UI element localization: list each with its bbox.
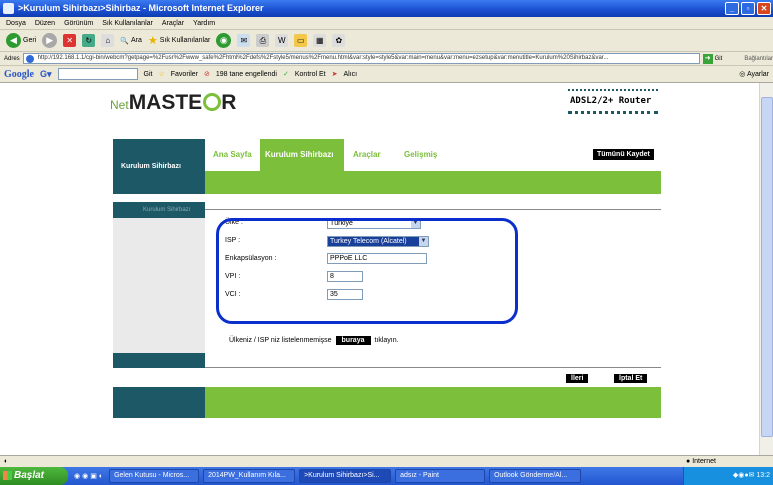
system-tray: ◆◉●✉ 13:2 xyxy=(683,467,773,485)
cancel-button[interactable]: İptal Et xyxy=(614,374,648,383)
vertical-scrollbar[interactable] xyxy=(759,83,773,455)
window-title: >Kurulum Sihirbazı>Sihirbaz - Microsoft … xyxy=(18,3,264,13)
google-g-icon[interactable]: G▾ xyxy=(40,69,52,80)
windows-flag-icon xyxy=(3,471,12,480)
content-divider xyxy=(205,209,661,210)
side-section-title: Kurulum Sihirbazı xyxy=(113,139,205,194)
address-input[interactable]: http://192.168.1.1/cgi-bin/webcm?getpage… xyxy=(22,53,700,64)
send-to-button[interactable]: Alıcı xyxy=(344,71,358,78)
google-settings-button[interactable]: ◎ Ayarlar xyxy=(739,70,769,78)
ie-app-icon xyxy=(3,3,14,14)
media-icon[interactable]: ◉ xyxy=(216,33,232,48)
google-logo: Google xyxy=(4,68,34,80)
popup-blocker-icon: ⊘ xyxy=(204,71,210,78)
search-icon: 🔍 xyxy=(120,37,129,45)
sidebar-footer-bar xyxy=(113,353,205,368)
save-all-button[interactable]: Tümünü Kaydet xyxy=(593,149,654,160)
minimize-button[interactable]: _ xyxy=(725,2,739,15)
back-button[interactable]: ◀ Geri xyxy=(6,33,36,48)
menu-bar: Dosya Düzen Görünüm Sık Kullanılanlar Ar… xyxy=(0,17,773,30)
stop-icon[interactable]: ✕ xyxy=(63,34,77,47)
google-favorites-button[interactable]: Favoriler xyxy=(171,71,198,78)
address-bar: Adres http://192.168.1.1/cgi-bin/webcm?g… xyxy=(0,52,773,66)
sidebar: Kurulum Sihirbazı xyxy=(113,202,205,368)
research-icon[interactable]: ▦ xyxy=(313,34,327,47)
task-outlook-inbox[interactable]: Gelen Kutusu - Micros... xyxy=(109,469,200,483)
menu-help[interactable]: Yardım xyxy=(193,17,215,29)
address-label: Adres xyxy=(4,55,20,62)
netmaster-logo: NetMASTE R xyxy=(110,91,237,114)
links-button[interactable]: Bağlantılar xyxy=(744,56,773,62)
here-button[interactable]: buraya xyxy=(335,336,371,345)
router-dots-top xyxy=(568,89,658,91)
router-dots-bottom xyxy=(568,111,658,114)
tab-setup-wizard[interactable]: Kurulum Sihirbazı xyxy=(260,139,344,171)
popup-blocked-count[interactable]: 198 tane engellendi xyxy=(216,71,277,78)
tab-tools[interactable]: Araçlar xyxy=(353,150,381,159)
star-icon: ★ xyxy=(147,35,158,47)
menu-favorites[interactable]: Sık Kullanılanlar xyxy=(102,17,153,29)
menu-view[interactable]: Görünüm xyxy=(64,17,93,29)
go-arrow-icon[interactable]: ➜ xyxy=(702,53,713,64)
tab-home[interactable]: Ana Sayfa xyxy=(213,150,252,159)
sidebar-item-setup-wizard[interactable]: Kurulum Sihirbazı xyxy=(113,202,205,218)
window-titlebar: >Kurulum Sihirbazı>Sihirbaz - Microsoft … xyxy=(0,0,773,17)
page-icon xyxy=(25,55,34,63)
search-button[interactable]: 🔍 Ara xyxy=(120,37,142,45)
menu-tools[interactable]: Araçlar xyxy=(162,17,184,29)
globe-icon: ● xyxy=(686,458,691,465)
home-icon[interactable]: ⌂ xyxy=(101,34,115,47)
google-favorites-icon: ☆ xyxy=(158,71,165,78)
google-search-input[interactable] xyxy=(57,68,138,80)
page-status-icon: ◐ xyxy=(4,458,9,465)
messenger-icon[interactable]: ✿ xyxy=(332,34,346,47)
task-ie-setup-wizard[interactable]: >Kurulum Sihirbazı>Si... xyxy=(299,469,392,483)
scrollbar-thumb[interactable] xyxy=(761,97,773,437)
spellcheck-button[interactable]: Kontrol Et xyxy=(295,71,326,78)
bottom-divider xyxy=(205,367,661,368)
security-zone: ● Internet xyxy=(686,458,716,465)
go-button[interactable]: Git xyxy=(715,56,723,62)
spellcheck-icon: ✓ xyxy=(283,71,289,78)
back-arrow-icon: ◀ xyxy=(6,33,21,48)
forward-button[interactable]: ▶ xyxy=(42,33,58,48)
clock: 13:2 xyxy=(756,472,770,479)
print-icon[interactable]: ⎙ xyxy=(256,34,270,47)
menu-edit[interactable]: Düzen xyxy=(35,17,55,29)
taskbar: Başlat ◉◉▣◐ Gelen Kutusu - Micros... 201… xyxy=(0,467,773,485)
google-toolbar: Google G▾ Git ☆ Favoriler ⊘ 198 tane eng… xyxy=(0,66,773,83)
tray-icons[interactable]: ◆◉●✉ xyxy=(733,472,757,479)
footer-dark-block xyxy=(113,387,205,418)
router-model-label: ADSL2/2+ Router xyxy=(570,96,652,106)
task-word-document[interactable]: 2014PW_Kullanım Kıla... xyxy=(203,469,296,483)
google-go-button[interactable]: Git xyxy=(144,71,153,78)
favorites-button[interactable]: ★ Sık Kullanılanlar xyxy=(148,34,210,47)
next-button[interactable]: İleri xyxy=(566,374,589,383)
address-url: http://192.168.1.1/cgi-bin/webcm?getpage… xyxy=(37,55,609,61)
toolbar: ◀ Geri ▶ ✕ ↻ ⌂ 🔍 Ara ★ Sık Kullanılanlar… xyxy=(0,30,773,52)
task-paint[interactable]: adsız - Paint xyxy=(395,469,486,483)
logo-ring-icon xyxy=(203,93,222,111)
settings-icon: ◎ xyxy=(739,71,746,78)
close-button[interactable]: ✕ xyxy=(757,2,771,15)
maximize-button[interactable]: ▫ xyxy=(741,2,755,15)
folder-icon[interactable]: ▭ xyxy=(294,34,308,47)
footer-green-block xyxy=(205,387,661,418)
edit-icon[interactable]: W xyxy=(275,34,289,47)
task-outlook-send-receive[interactable]: Outlook Gönderme/Al... xyxy=(489,469,582,483)
menu-file[interactable]: Dosya xyxy=(6,17,26,29)
status-bar: ◐ ● Internet xyxy=(0,455,773,467)
start-button[interactable]: Başlat xyxy=(0,467,68,485)
tab-advanced[interactable]: Gelişmiş xyxy=(404,150,437,159)
mail-icon[interactable]: ✉ xyxy=(237,34,251,47)
annotation-highlight-box xyxy=(216,218,518,324)
refresh-icon[interactable]: ↻ xyxy=(82,34,96,47)
isp-not-listed-note: Ülkeniz / ISP niz listelenmemişse buraya… xyxy=(229,336,399,345)
nav-green-band xyxy=(205,171,661,194)
send-icon: ➤ xyxy=(331,71,338,78)
quick-launch-icons[interactable]: ◉◉▣◐ xyxy=(74,472,105,480)
web-page: NetMASTE R ADSL2/2+ Router Kurulum Sihirb… xyxy=(0,83,773,455)
